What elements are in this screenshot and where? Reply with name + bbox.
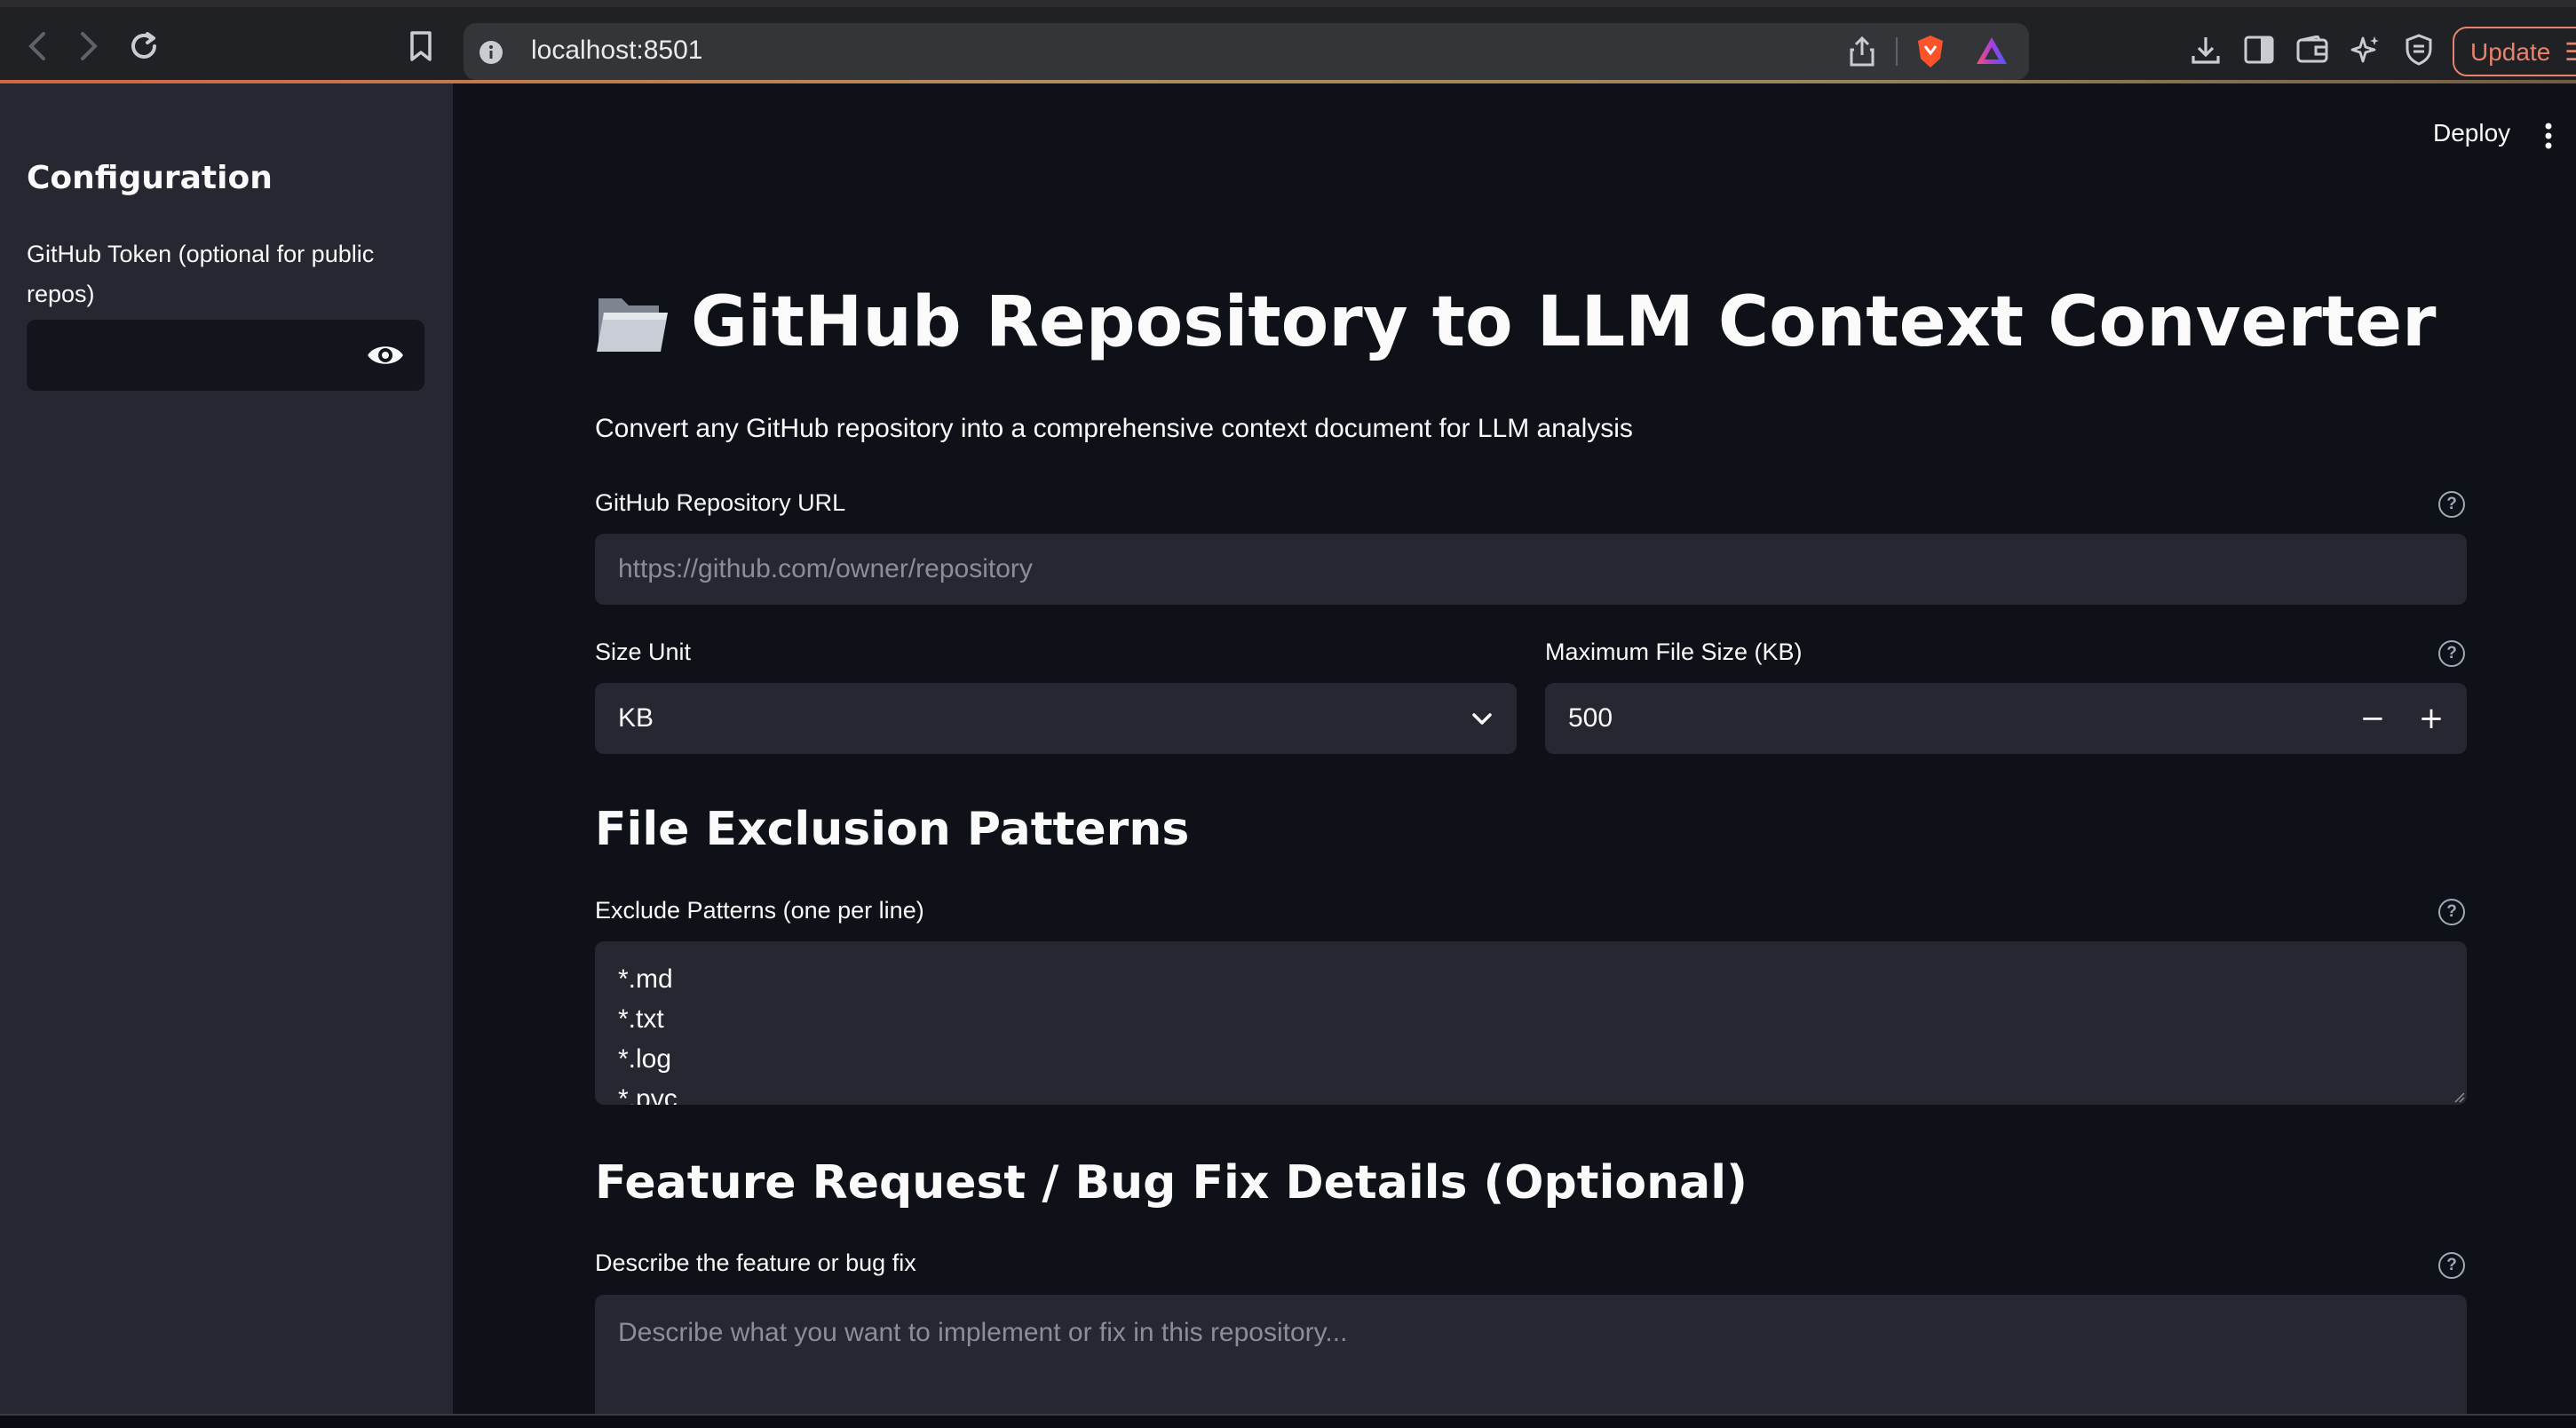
- size-unit-select[interactable]: KB: [595, 683, 1517, 754]
- desktop-strip: [0, 1416, 2576, 1428]
- feature-description-help-icon[interactable]: ?: [2438, 1252, 2465, 1279]
- resize-handle-icon[interactable]: [2451, 1089, 2465, 1103]
- sidebar-toggle-icon[interactable]: [2241, 32, 2277, 67]
- feature-description-placeholder: Describe what you want to implement or f…: [618, 1318, 1348, 1347]
- feature-description-textarea[interactable]: Describe what you want to implement or f…: [595, 1295, 2467, 1428]
- leo-ai-icon[interactable]: [2348, 32, 2383, 67]
- exclude-patterns-label: Exclude Patterns (one per line): [595, 897, 924, 924]
- exclude-patterns-textarea[interactable]: *.md *.txt *.log *.pyc: [595, 941, 2467, 1105]
- page-subtitle: Convert any GitHub repository into a com…: [595, 414, 1633, 443]
- back-icon[interactable]: [20, 28, 55, 64]
- update-button[interactable]: Update ☰: [2453, 27, 2576, 76]
- size-unit-value: KB: [618, 703, 654, 733]
- repo-url-label: GitHub Repository URL: [595, 489, 846, 516]
- github-token-label: GitHub Token (optional for public repos): [27, 234, 400, 314]
- pattern-line: *.md: [618, 964, 673, 994]
- vpn-shield-icon[interactable]: [2401, 32, 2437, 67]
- pattern-line: *.log: [618, 1044, 672, 1074]
- sidebar-title: Configuration: [27, 160, 273, 196]
- brave-rewards-icon[interactable]: [1975, 36, 2009, 66]
- page-title-text: GitHub Repository to LLM Context Convert…: [691, 282, 2437, 362]
- decrement-button[interactable]: −: [2346, 683, 2399, 754]
- site-info-icon[interactable]: [478, 39, 504, 66]
- repo-url-input[interactable]: [595, 534, 2467, 605]
- feature-description-label: Describe the feature or bug fix: [595, 1250, 916, 1276]
- menu-icon: ☰: [2564, 38, 2576, 66]
- show-password-icon[interactable]: [366, 337, 405, 373]
- max-size-input[interactable]: 500 − +: [1545, 683, 2467, 754]
- url-text[interactable]: localhost:8501: [531, 36, 702, 66]
- download-icon[interactable]: [2188, 32, 2223, 67]
- brave-shields-icon[interactable]: [1914, 34, 1946, 69]
- reload-icon[interactable]: [126, 28, 162, 64]
- main-menu-icon[interactable]: [2545, 123, 2552, 149]
- github-token-label-line1: GitHub Token (optional for public: [27, 241, 375, 267]
- chevron-down-icon: [1472, 713, 1492, 725]
- deploy-button[interactable]: Deploy: [2433, 119, 2510, 147]
- pattern-line: *.txt: [618, 1004, 664, 1034]
- browser-toolbar: localhost:8501 Update ☰: [0, 0, 2576, 83]
- feature-heading: Feature Request / Bug Fix Details (Optio…: [595, 1156, 1748, 1210]
- address-bar[interactable]: localhost:8501: [464, 23, 2029, 80]
- page-title: GitHub Repository to LLM Context Convert…: [595, 282, 2436, 362]
- size-unit-label: Size Unit: [595, 639, 692, 665]
- exclusion-heading: File Exclusion Patterns: [595, 803, 1190, 856]
- max-size-help-icon[interactable]: ?: [2438, 640, 2465, 667]
- folder-icon: [597, 298, 668, 352]
- repo-url-field[interactable]: [618, 554, 2444, 584]
- bookmark-icon[interactable]: [403, 28, 439, 64]
- share-icon[interactable]: [1849, 36, 1875, 67]
- repo-url-help-icon[interactable]: ?: [2438, 491, 2465, 518]
- max-size-value[interactable]: 500: [1568, 703, 1613, 734]
- update-label: Update: [2470, 38, 2551, 66]
- forward-icon[interactable]: [71, 28, 107, 64]
- increment-button[interactable]: +: [2405, 683, 2458, 754]
- exclude-patterns-help-icon[interactable]: ?: [2438, 899, 2465, 925]
- max-size-label: Maximum File Size (KB): [1545, 639, 1803, 665]
- omnibox-divider: [1896, 37, 1898, 66]
- github-token-input[interactable]: [27, 320, 424, 391]
- pattern-line: *.pyc: [618, 1084, 678, 1105]
- github-token-label-line2: repos): [27, 281, 95, 307]
- github-token-field[interactable]: [44, 336, 346, 375]
- wallet-icon[interactable]: [2295, 32, 2330, 67]
